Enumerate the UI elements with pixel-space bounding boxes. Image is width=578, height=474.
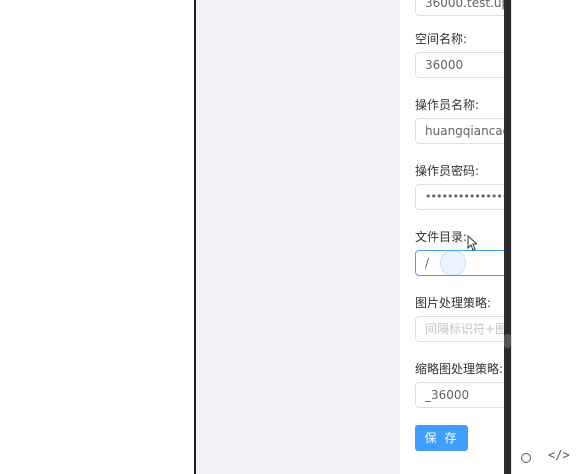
panel-footer: </>: [512, 442, 578, 474]
operator-password-input[interactable]: ••••••••••••••••••: [415, 184, 504, 210]
domain-input[interactable]: 36000.test.upcdn: [415, 0, 504, 16]
scrollbar-thumb[interactable]: [504, 334, 511, 348]
space-name-label: 空间名称:: [415, 32, 468, 46]
operator-password-label: 操作员密码:: [415, 164, 480, 178]
operator-name-input[interactable]: huangqiancao: [415, 118, 504, 144]
image-strategy-input[interactable]: 间隔标识符+图片处理: [415, 316, 504, 342]
devtools-side-panel: </>: [511, 0, 578, 474]
space-name-input[interactable]: 36000: [415, 52, 504, 78]
code-icon[interactable]: </>: [548, 448, 570, 462]
operator-name-label: 操作员名称:: [415, 98, 480, 112]
circle-icon[interactable]: [521, 453, 531, 463]
thumb-strategy-input[interactable]: _36000: [415, 382, 504, 408]
thumb-strategy-label: 缩略图处理策略:: [415, 362, 504, 376]
save-button[interactable]: 保 存: [415, 425, 468, 451]
left-blank-area: [0, 0, 194, 474]
click-indicator: [440, 250, 466, 276]
devtools-divider[interactable]: [504, 0, 511, 474]
file-dir-label: 文件目录:: [415, 230, 468, 244]
content-background: [196, 0, 400, 474]
image-strategy-label: 图片处理策略:: [415, 296, 492, 310]
mouse-cursor-icon: [467, 235, 477, 251]
storage-settings-form: 36000.test.upcdn 空间名称: 36000 操作员名称: huan…: [400, 0, 504, 474]
